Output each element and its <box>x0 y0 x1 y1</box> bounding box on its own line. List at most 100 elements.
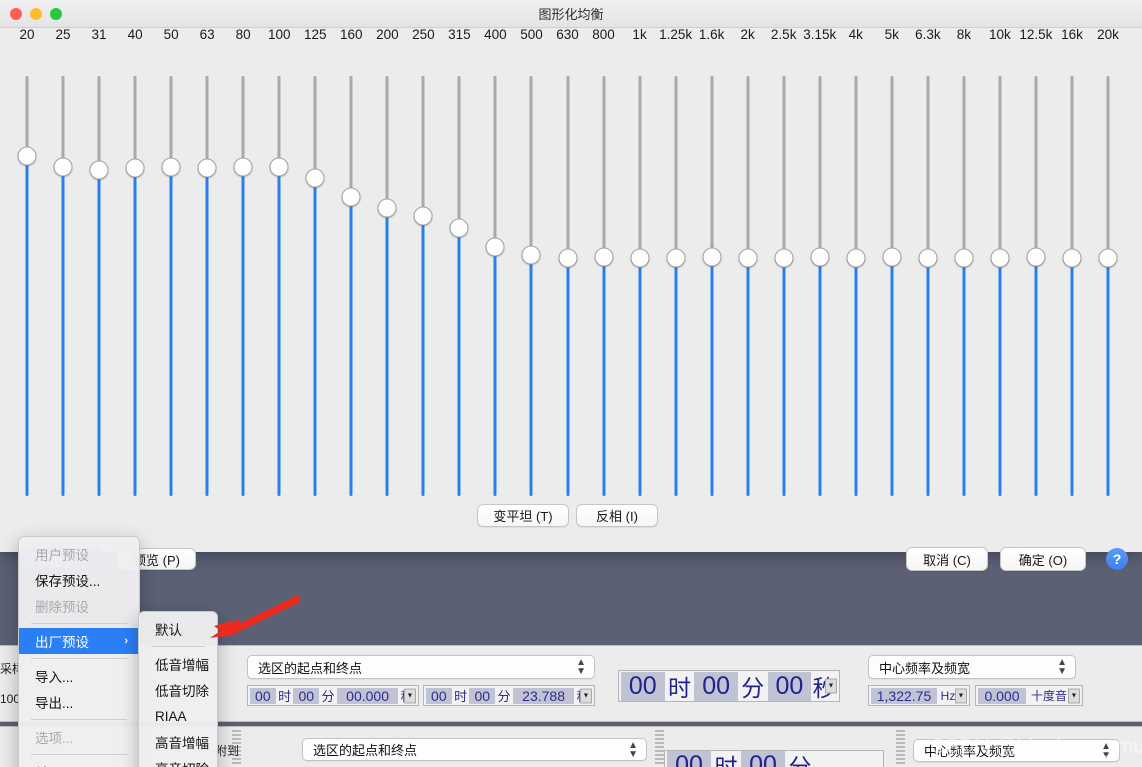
ok-button[interactable]: 确定 (O) <box>1000 547 1086 571</box>
dialog-title: 图形化均衡 <box>538 7 604 22</box>
manage-menu-item[interactable]: 保存预设... <box>19 567 139 593</box>
center-frequency-field[interactable]: 1,322.75 Hz ▼ <box>868 685 970 706</box>
eq-slider-knob-500[interactable] <box>521 245 541 265</box>
eq-slider-knob-8k[interactable] <box>954 248 974 268</box>
frequency-label-20: 20 <box>19 27 35 42</box>
eq-slider-knob-3.15k[interactable] <box>810 247 830 267</box>
factory-preset-item[interactable]: 高音增幅 <box>139 729 217 755</box>
audio-position-field-2[interactable]: 00 时 00 分 <box>664 750 884 767</box>
eq-slider-knob-5k[interactable] <box>882 247 902 267</box>
eq-slider-fill-315 <box>457 236 461 496</box>
eq-slider-fill-2k <box>746 266 750 496</box>
manage-menu-item[interactable]: 导入... <box>19 663 139 689</box>
manage-menu-item[interactable]: 出厂预设 › <box>19 628 139 654</box>
start-minutes-unit: 分 <box>321 689 335 704</box>
eq-slider-knob-2.5k[interactable] <box>774 248 794 268</box>
flatten-button[interactable]: 变平坦 (T) <box>477 504 569 527</box>
audio-position-field[interactable]: 00 时 00 分 00 秒 ▼ <box>618 670 840 702</box>
eq-slider-knob-1.6k[interactable] <box>702 247 722 267</box>
frequency-label-31: 31 <box>91 27 107 42</box>
dialog-titlebar[interactable]: 图形化均衡 <box>0 0 1142 28</box>
audio-position-stepper[interactable]: ▼ <box>825 678 837 694</box>
eq-slider-fill-100 <box>277 175 281 496</box>
eq-slider-knob-20k[interactable] <box>1098 248 1118 268</box>
eq-slider-knob-800[interactable] <box>594 247 614 267</box>
manage-menu-item-label: 出厂预设 <box>35 635 89 650</box>
frequency-label-800: 800 <box>592 27 615 42</box>
eq-slider-knob-16k[interactable] <box>1062 248 1082 268</box>
start-time-stepper[interactable]: ▼ <box>404 688 416 703</box>
frequency-mode-combo[interactable]: 中心频率及频宽 ▲ ▼ <box>868 655 1076 679</box>
frequency-label-8k: 8k <box>956 27 971 42</box>
eq-slider-knob-1k[interactable] <box>630 248 650 268</box>
screen-root: 采样 100 附到 选区的起点和终点 ▲▼ 00 时 00 分 00.000 秒… <box>0 0 1142 767</box>
end-hours: 00 <box>426 687 452 704</box>
invert-button[interactable]: 反相 (I) <box>576 504 658 527</box>
eq-slider-knob-200[interactable] <box>377 198 397 218</box>
eq-slider-fill-5k <box>890 265 894 496</box>
end-time-stepper[interactable]: ▼ <box>580 688 592 703</box>
eq-slider-knob-4k[interactable] <box>846 248 866 268</box>
eq-slider-knob-400[interactable] <box>485 237 505 257</box>
manage-menu-separator <box>31 719 127 720</box>
eq-slider-knob-125[interactable] <box>305 168 325 188</box>
eq-slider-knob-630[interactable] <box>558 248 577 268</box>
start-hours-unit: 时 <box>278 689 292 704</box>
eq-slider-fill-31 <box>97 178 101 496</box>
eq-slider-knob-40[interactable] <box>125 158 145 178</box>
bandwidth-stepper[interactable]: ▼ <box>1068 688 1080 703</box>
eq-slider-knob-10k[interactable] <box>990 248 1010 268</box>
toolbar-grip-time-2[interactable] <box>655 730 664 764</box>
eq-slider-knob-25[interactable] <box>53 157 73 177</box>
eq-slider-knob-50[interactable] <box>161 157 181 177</box>
factory-preset-item[interactable]: 高音切除 <box>139 755 217 767</box>
factory-preset-item[interactable]: 默认 <box>139 616 217 642</box>
manage-menu-separator <box>31 623 127 624</box>
eq-slider-knob-12.5k[interactable] <box>1026 247 1046 267</box>
eq-slider-fill-500 <box>529 263 533 496</box>
manage-dropdown-menu[interactable]: 用户预设保存预设... 删除预设出厂预设 › 导入... 导出... 选项... 关于› <box>18 536 140 767</box>
factory-preset-item[interactable]: RIAA <box>139 703 217 729</box>
eq-slider-knob-2k[interactable] <box>738 248 758 268</box>
eq-slider-fill-4k <box>854 266 858 496</box>
eq-slider-knob-315[interactable] <box>449 218 469 238</box>
manage-menu-item-label: 关于 <box>35 762 62 767</box>
toolbar-grip-frequency-2[interactable] <box>896 730 905 764</box>
frequency-label-1.25k: 1.25k <box>659 27 693 42</box>
eq-slider-knob-63[interactable] <box>197 158 217 178</box>
manage-menu-item[interactable]: 导出... <box>19 689 139 715</box>
selection-mode-label-2: 选区的起点和终点 <box>313 743 418 758</box>
eq-slider-knob-6.3k[interactable] <box>918 248 938 268</box>
factory-preset-item[interactable]: 低音增幅 <box>139 651 217 677</box>
frequency-label-315: 315 <box>448 27 471 42</box>
factory-preset-submenu[interactable]: 默认低音增幅低音切除 RIAA 高音增幅高音切除 <box>138 611 218 767</box>
frequency-mode-combo-2[interactable]: 中心频率及频宽 ▲ ▼ <box>913 739 1120 762</box>
eq-slider-knob-1.25k[interactable] <box>666 248 686 268</box>
chevron-updown-icon-4: ▲ ▼ <box>1101 740 1111 761</box>
factory-preset-item[interactable]: 低音切除 <box>139 677 217 703</box>
manage-menu-item[interactable]: 关于› <box>19 759 139 767</box>
selection-mode-combo-2[interactable]: 选区的起点和终点 ▲ ▼ <box>302 738 647 761</box>
eq-slider-knob-31[interactable] <box>89 160 109 180</box>
eq-slider-fill-1k <box>638 266 642 496</box>
eq-slider-knob-250[interactable] <box>413 206 433 226</box>
eq-slider-knob-20[interactable] <box>17 146 37 166</box>
selection-end-time-field[interactable]: 00 时 00 分 23.788 秒 ▼ <box>423 685 595 706</box>
cancel-button[interactable]: 取消 (C) <box>906 547 988 571</box>
manage-menu-item-label: 导出... <box>35 696 74 711</box>
frequency-label-200: 200 <box>376 27 399 42</box>
manage-menu-separator <box>31 658 127 659</box>
bandwidth-field[interactable]: 0.000 十度音 ▼ <box>975 685 1083 706</box>
eq-slider-knob-80[interactable] <box>233 157 253 177</box>
selection-mode-combo[interactable]: 选区的起点和终点 ▲ ▼ <box>247 655 595 679</box>
start-seconds: 00.000 <box>336 687 399 704</box>
eq-slider-knob-100[interactable] <box>269 157 289 177</box>
manage-menu-item: 选项... <box>19 724 139 750</box>
help-icon[interactable]: ? <box>1106 548 1128 570</box>
frequency-label-6.3k: 6.3k <box>915 27 941 42</box>
selection-start-time-field[interactable]: 00 时 00 分 00.000 秒 ▼ <box>247 685 419 706</box>
frequency-label-160: 160 <box>340 27 363 42</box>
center-frequency-stepper[interactable]: ▼ <box>955 688 967 703</box>
frequency-label-16k: 16k <box>1061 27 1083 42</box>
eq-slider-knob-160[interactable] <box>341 187 361 207</box>
